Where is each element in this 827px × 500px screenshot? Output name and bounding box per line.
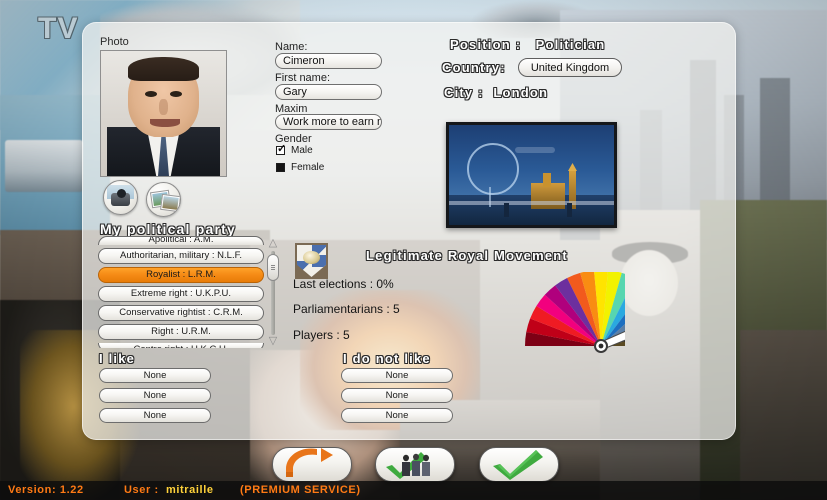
gender-male-checkbox[interactable]: ✓ bbox=[276, 143, 287, 155]
city-value: London bbox=[493, 85, 549, 100]
first-name-label: First name: bbox=[275, 72, 331, 84]
like-section-title: I like bbox=[99, 351, 136, 366]
party-list-item[interactable]: Extreme right : U.K.P.U. bbox=[98, 286, 264, 302]
version-text: Version: 1.22 bbox=[8, 484, 84, 496]
london-eye-icon bbox=[467, 143, 519, 195]
profile-photo[interactable] bbox=[100, 50, 227, 177]
maxim-input[interactable]: Work more to earn mo bbox=[275, 114, 382, 130]
gender-female-checkbox[interactable] bbox=[276, 163, 285, 172]
gallery-button[interactable] bbox=[146, 182, 181, 217]
bridge-pier bbox=[504, 203, 509, 217]
scrollbar-thumb[interactable] bbox=[267, 254, 279, 281]
party-list-scrollbar[interactable]: △ ▽ bbox=[265, 238, 281, 348]
players-validate-button[interactable] bbox=[375, 447, 455, 482]
parliament-tower bbox=[543, 173, 551, 187]
first-name-input[interactable]: Gary bbox=[275, 84, 382, 100]
name-input[interactable]: Cimeron bbox=[275, 53, 382, 69]
country-select[interactable]: United Kingdom bbox=[518, 58, 622, 77]
photo-nose bbox=[159, 99, 168, 115]
gauge-hub-center bbox=[598, 343, 604, 349]
like-slot-1[interactable]: None bbox=[99, 368, 211, 383]
party-list[interactable]: Apolitical : A.M. Authoritarian, military… bbox=[98, 236, 264, 348]
party-name: Legitimate Royal Movement bbox=[366, 248, 568, 263]
photo-hair bbox=[128, 57, 199, 81]
party-list-item[interactable]: Apolitical : A.M. bbox=[98, 236, 264, 245]
bridge bbox=[449, 201, 614, 205]
party-section-title: My political party bbox=[100, 221, 236, 237]
green-check-icon bbox=[493, 450, 543, 480]
check-icon: ✓ bbox=[277, 143, 287, 155]
country-label: Country: bbox=[442, 60, 506, 75]
position-label: Position : bbox=[450, 37, 522, 52]
photo-eye-left bbox=[145, 91, 157, 97]
chevron-up-icon[interactable]: △ bbox=[267, 238, 279, 250]
dislike-slot-3[interactable]: None bbox=[341, 408, 453, 423]
gender-male-label: Male bbox=[291, 145, 313, 156]
like-slot-3[interactable]: None bbox=[99, 408, 211, 423]
service-badge: (PREMIUM SERVICE) bbox=[240, 484, 361, 496]
scrollbar-grip bbox=[271, 265, 275, 270]
parliamentarians-stat: Parliamentarians : 5 bbox=[293, 302, 400, 316]
bridge-pier bbox=[567, 203, 572, 217]
photo-mouth bbox=[150, 119, 180, 127]
party-list-item[interactable]: Authoritarian, military : N.L.F. bbox=[98, 248, 264, 264]
dislike-slot-1[interactable]: None bbox=[341, 368, 453, 383]
back-arrow-icon bbox=[286, 448, 333, 477]
party-list-item[interactable]: Conservative rightist : C.R.M. bbox=[98, 305, 264, 321]
city-label: City : bbox=[444, 85, 484, 100]
players-stat: Players : 5 bbox=[293, 328, 350, 342]
chevron-down-icon[interactable]: ▽ bbox=[267, 336, 279, 348]
position-row: Position : Politician bbox=[450, 37, 605, 52]
party-list-item[interactable]: Centre right : U.K.C.U. bbox=[98, 343, 264, 348]
user-name: mitraille bbox=[166, 484, 214, 496]
position-value: Politician bbox=[535, 37, 606, 52]
user-label: User : bbox=[124, 484, 159, 496]
party-list-item[interactable]: Right : U.R.M. bbox=[98, 324, 264, 340]
name-label: Name: bbox=[275, 41, 308, 53]
back-button[interactable] bbox=[272, 447, 352, 482]
app-window: TV Photo bbox=[0, 0, 827, 500]
political-spectrum-gauge bbox=[479, 272, 625, 354]
like-slot-2[interactable]: None bbox=[99, 388, 211, 403]
webcam-button[interactable] bbox=[103, 180, 138, 215]
photo-eye-right bbox=[170, 91, 182, 97]
players-validate-icon bbox=[386, 452, 430, 479]
dislike-slot-2[interactable]: None bbox=[341, 388, 453, 403]
city-row: City : London bbox=[444, 85, 548, 100]
last-elections-stat: Last elections : 0% bbox=[293, 277, 394, 291]
photo-label: Photo bbox=[100, 36, 129, 48]
status-bar: Version: 1.22 User : mitraille (PREMIUM … bbox=[0, 481, 827, 500]
party-shield-emblem bbox=[295, 243, 328, 279]
party-list-item[interactable]: Royalist : L.R.M. bbox=[98, 267, 264, 283]
city-photo bbox=[446, 122, 617, 228]
city-photo-cloud bbox=[515, 147, 555, 153]
validate-button[interactable] bbox=[479, 447, 559, 482]
dislike-section-title: I do not like bbox=[343, 351, 431, 366]
gender-female-label: Female bbox=[291, 162, 325, 173]
